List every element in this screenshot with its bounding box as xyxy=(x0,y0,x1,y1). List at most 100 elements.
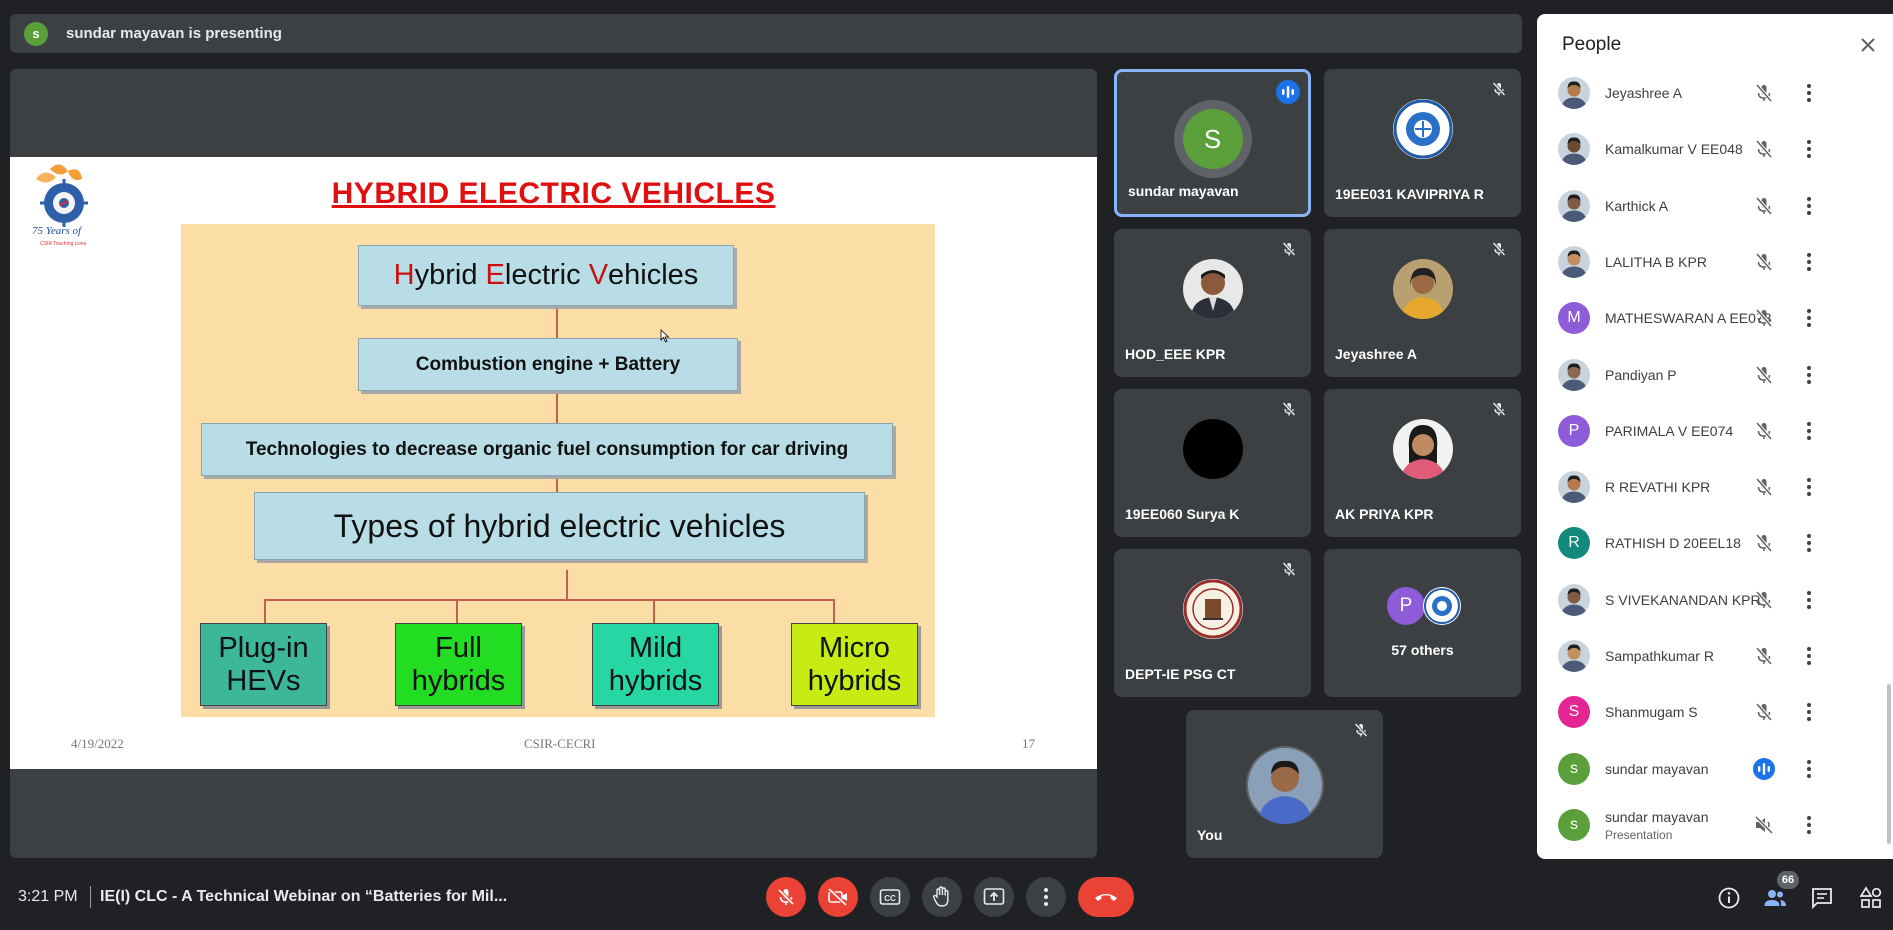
mic-off-icon[interactable] xyxy=(1753,420,1775,442)
avatar xyxy=(1558,583,1590,616)
more-vert-icon[interactable] xyxy=(1797,588,1821,612)
more-vert-icon[interactable] xyxy=(1797,531,1821,555)
mic-off-icon xyxy=(1492,241,1506,257)
participant-row[interactable]: Sampathkumar R xyxy=(1537,628,1893,684)
avatar xyxy=(1392,419,1453,479)
more-vert-icon[interactable] xyxy=(1797,81,1821,105)
participant-tile[interactable]: 19EE060 Surya K xyxy=(1114,389,1311,537)
speaking-indicator-icon[interactable] xyxy=(1753,757,1775,780)
participant-name: Shanmugam S xyxy=(1605,704,1698,721)
participant-row[interactable]: Pandiyan P xyxy=(1537,347,1893,403)
mic-off-icon[interactable] xyxy=(1753,251,1775,273)
more-vert-icon[interactable] xyxy=(1797,250,1821,274)
leave-call-button[interactable] xyxy=(1078,877,1134,917)
connector-line xyxy=(264,599,266,625)
more-vert-icon[interactable] xyxy=(1797,306,1821,330)
others-tile[interactable]: P 57 others xyxy=(1324,549,1521,697)
box-types-of-hybrid-vehicles: Types of hybrid electric vehicles xyxy=(254,492,865,560)
more-options-button[interactable] xyxy=(1026,877,1066,917)
category-full-hybrids: Full hybrids xyxy=(395,623,522,706)
mic-toggle-button[interactable] xyxy=(766,877,806,917)
participant-row[interactable]: s sundar mayavan xyxy=(1537,741,1893,797)
meeting-details-icon[interactable] xyxy=(1717,886,1741,910)
avatar xyxy=(1558,77,1590,109)
mic-off-icon xyxy=(1282,401,1296,417)
slide-title: HYBRID ELECTRIC VEHICLES xyxy=(331,177,776,210)
mic-off-icon[interactable] xyxy=(1753,476,1775,498)
camera-toggle-button[interactable] xyxy=(818,877,858,917)
more-vert-icon[interactable] xyxy=(1797,757,1821,781)
participant-row[interactable]: S Shanmugam S xyxy=(1537,684,1893,740)
participant-row[interactable]: P PARIMALA V EE074 xyxy=(1537,403,1893,459)
presenting-text: sundar mayavan is presenting xyxy=(66,25,282,42)
volume-off-icon[interactable] xyxy=(1753,814,1775,836)
captions-icon: CC xyxy=(879,889,901,905)
category-mild-hybrids: Mild hybrids xyxy=(592,623,719,706)
mic-off-icon[interactable] xyxy=(1753,645,1775,667)
close-icon[interactable] xyxy=(1857,34,1879,56)
participant-name: Kamalkumar V EE048 xyxy=(1605,141,1743,158)
participant-tile[interactable]: Jeyashree A xyxy=(1324,229,1521,377)
participant-tile[interactable]: HOD_EEE KPR xyxy=(1114,229,1311,377)
mic-off-icon[interactable] xyxy=(1753,364,1775,386)
participant-tile[interactable]: S sundar mayavan xyxy=(1114,69,1311,217)
avatar: S xyxy=(1173,100,1252,178)
mic-off-icon[interactable] xyxy=(1753,307,1775,329)
more-vert-icon[interactable] xyxy=(1797,419,1821,443)
participant-name: DEPT-IE PSG CT xyxy=(1125,666,1236,682)
more-vert-icon xyxy=(1044,888,1048,906)
activities-icon[interactable] xyxy=(1859,886,1883,910)
captions-button[interactable]: CC xyxy=(870,877,910,917)
participant-row[interactable]: Karthick A xyxy=(1537,178,1893,234)
self-tile[interactable]: You xyxy=(1186,710,1383,858)
present-now-button[interactable] xyxy=(974,877,1014,917)
participant-tile[interactable]: 19EE031 KAVIPRIYA R xyxy=(1324,69,1521,217)
scrollbar[interactable] xyxy=(1887,684,1891,844)
avatar: M xyxy=(1558,302,1590,335)
participant-tile[interactable]: DEPT-IE PSG CT xyxy=(1114,549,1311,697)
participant-row[interactable]: Kamalkumar V EE048 xyxy=(1537,121,1893,177)
svg-text:CC: CC xyxy=(884,894,896,903)
meeting-title[interactable]: IE(I) CLC - A Technical Webinar on “Batt… xyxy=(100,888,507,906)
avatar: R xyxy=(1558,527,1590,560)
people-count-badge: 66 xyxy=(1777,871,1799,889)
mic-off-icon[interactable] xyxy=(1753,532,1775,554)
participant-name: sundar mayavan xyxy=(1605,808,1709,825)
mic-off-icon xyxy=(1282,561,1296,577)
raise-hand-button[interactable] xyxy=(922,877,962,917)
logo-text: 75 Years of xyxy=(32,225,82,237)
participant-tile[interactable]: AK PRIYA KPR xyxy=(1324,389,1521,537)
connector-line xyxy=(653,599,655,625)
avatar xyxy=(1182,419,1243,479)
participant-row[interactable]: S VIVEKANANDAN KPR xyxy=(1537,572,1893,628)
participant-row[interactable]: Jeyashree A xyxy=(1537,65,1893,121)
presentation-stage[interactable]: 75 Years of CSIR Touching Lives HYBRID E… xyxy=(10,69,1097,858)
box-technologies: Technologies to decrease organic fuel co… xyxy=(201,423,893,476)
others-count: 57 others xyxy=(1391,642,1454,658)
more-vert-icon[interactable] xyxy=(1797,363,1821,387)
participant-row[interactable]: LALITHA B KPR xyxy=(1537,234,1893,290)
more-vert-icon[interactable] xyxy=(1797,475,1821,499)
emblem-icon xyxy=(1182,579,1243,639)
participant-name: 19EE031 KAVIPRIYA R xyxy=(1335,186,1484,202)
participant-row[interactable]: s sundar mayavan Presentation xyxy=(1537,797,1893,853)
participant-name: sundar mayavan xyxy=(1128,183,1239,199)
slide: 75 Years of CSIR Touching Lives HYBRID E… xyxy=(10,157,1097,769)
participant-row[interactable]: R RATHISH D 20EEL18 xyxy=(1537,515,1893,571)
more-vert-icon[interactable] xyxy=(1797,700,1821,724)
more-vert-icon[interactable] xyxy=(1797,644,1821,668)
mic-off-icon[interactable] xyxy=(1753,82,1775,104)
more-vert-icon[interactable] xyxy=(1797,813,1821,837)
more-vert-icon[interactable] xyxy=(1797,137,1821,161)
chat-icon[interactable] xyxy=(1810,886,1834,910)
mic-off-icon[interactable] xyxy=(1753,589,1775,611)
people-icon[interactable] xyxy=(1763,886,1787,910)
participant-row[interactable]: R REVATHI KPR xyxy=(1537,459,1893,515)
mic-off-icon xyxy=(1282,241,1296,257)
mic-off-icon[interactable] xyxy=(1753,138,1775,160)
connector-line xyxy=(833,599,835,625)
more-vert-icon[interactable] xyxy=(1797,194,1821,218)
participant-row[interactable]: M MATHESWARAN A EE073 xyxy=(1537,290,1893,346)
mic-off-icon[interactable] xyxy=(1753,195,1775,217)
mic-off-icon[interactable] xyxy=(1753,701,1775,723)
